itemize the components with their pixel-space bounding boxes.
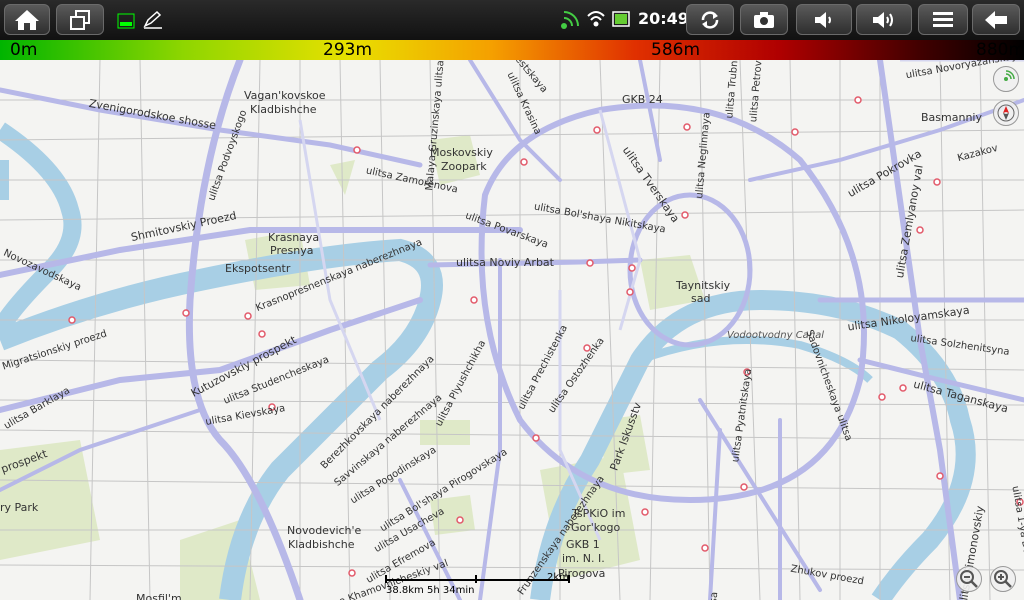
battery-icon: [612, 11, 630, 27]
altitude-label-min: 0m: [10, 40, 38, 60]
zoom-out-icon: [960, 570, 978, 588]
wifi-icon: [587, 11, 605, 27]
volume-down-button[interactable]: [796, 4, 852, 35]
map-label: GKB 1: [566, 538, 600, 551]
map-label: sad: [691, 292, 711, 305]
map-label: Basmanniy: [921, 111, 982, 124]
refresh-button[interactable]: [686, 4, 734, 35]
scale-label: 2km: [547, 572, 569, 583]
gps-status-button[interactable]: [993, 66, 1019, 92]
gps-signal-icon: [1004, 70, 1015, 81]
map-label: Mosfil'm: [136, 592, 182, 600]
compass-button[interactable]: [993, 100, 1019, 126]
altitude-label-1: 293m: [323, 40, 373, 60]
zoom-out-button[interactable]: [956, 566, 982, 592]
route-distance: 38.8km: [386, 585, 424, 596]
map-label: ulitsa Noviy Arbat: [456, 256, 554, 269]
home-icon: [15, 9, 39, 30]
gps-signal-icon: [561, 11, 579, 29]
volume-up-button[interactable]: [856, 4, 912, 35]
menu-icon: [933, 11, 953, 27]
route-time: 5h 34min: [427, 585, 475, 596]
map-label: Gor'kogo: [571, 521, 621, 534]
home-button[interactable]: [4, 4, 50, 35]
window-restore-icon: [70, 9, 90, 30]
map-label: ulitsa: [707, 591, 720, 600]
map-label: Kladbishche: [250, 103, 317, 116]
map-label: GKB 24: [622, 93, 663, 106]
edit-icon: [143, 10, 162, 29]
refresh-icon: [701, 10, 719, 29]
camera-icon: [754, 11, 774, 28]
scale-line: [385, 579, 570, 581]
altitude-gradient-bar: [0, 40, 1024, 60]
compass-icon: [997, 104, 1015, 122]
map-label: im. N. I.: [562, 552, 605, 565]
back-arrow-icon: [985, 10, 1007, 29]
back-button[interactable]: [972, 4, 1020, 35]
camera-button[interactable]: [740, 4, 788, 35]
map-label: Novodevich'e: [287, 524, 362, 537]
map-label: Ekspotsentr: [225, 262, 291, 275]
map-label: Presnya: [270, 244, 314, 257]
map-label: Vagan'kovskoe: [244, 89, 326, 102]
scale-tick: [385, 575, 387, 583]
map-label: Moskovskiy: [430, 146, 493, 159]
map-view[interactable]: Vagan'kovskoe Kladbishche Zvenigorodskoe…: [0, 60, 1024, 600]
window-restore-button[interactable]: [56, 4, 104, 35]
volume-up-icon: [873, 11, 893, 28]
map-label: Taynitskiy: [676, 279, 731, 292]
zoom-in-button[interactable]: [990, 566, 1016, 592]
altitude-label-2: 586m: [651, 40, 701, 60]
map-label: Krasnaya: [268, 231, 320, 244]
altitude-label-max: 880m: [976, 40, 1024, 60]
status-bar: 20:49: [0, 0, 1024, 40]
menu-button[interactable]: [918, 4, 968, 35]
clock: 20:49: [638, 9, 689, 28]
scale-tick: [475, 575, 477, 583]
volume-down-icon: [815, 11, 831, 28]
battery-signal-icon: [117, 13, 135, 29]
map-label: ry Park: [0, 501, 39, 514]
map-label: Kladbishche: [288, 538, 355, 551]
map-label: Zoopark: [441, 160, 487, 173]
zoom-in-icon: [994, 570, 1012, 588]
